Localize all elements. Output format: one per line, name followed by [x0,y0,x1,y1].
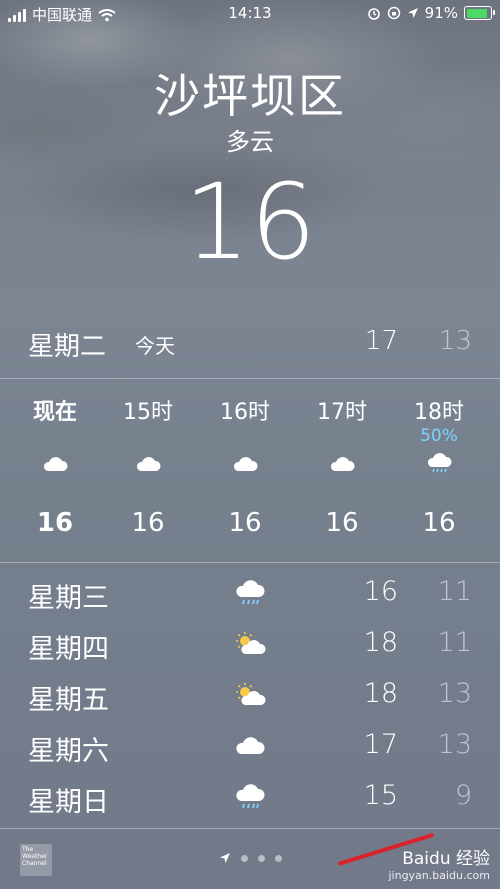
divider [0,378,500,379]
daily-row: 星期三 16 11 [0,570,500,620]
hour-precip: 50% [420,426,458,446]
alarm-icon [367,8,380,20]
rain-cloud-icon [236,784,265,809]
daily-row: 星期四 18 11 [0,621,500,671]
today-row: 星期二 今天 17 13 [0,320,500,364]
cloud-icon [233,457,258,471]
today-high: 17 [364,326,398,356]
daily-high: 18 [363,678,398,709]
hour-temp: 16 [422,508,456,538]
today-day: 星期二 [28,332,107,362]
daily-day: 星期三 [28,583,109,614]
rain-cloud-icon [427,453,452,473]
hour-temp: 16 [228,508,262,538]
current-temperature: 16 [183,161,317,283]
daily-high: 15 [363,780,398,811]
hour-time: 18时 [414,400,464,425]
baidu-watermark: Baidu 经验 jingyan.baidu.com [388,844,490,882]
daily-high: 18 [363,627,398,658]
cloud-icon [330,457,355,471]
partly-sunny-icon [236,632,266,654]
daily-row: 星期五 18 13 [0,672,500,722]
partly-sunny-icon [236,683,266,705]
divider [0,828,500,829]
hour-time: 17时 [317,400,367,425]
battery-icon [464,6,495,20]
hour-temp: 16 [36,508,74,538]
daily-day: 星期五 [28,685,109,716]
daily-low: 11 [437,627,472,658]
daily-row: 星期六 17 13 [0,723,500,773]
battery-percent: 91% [424,4,458,22]
daily-day: 星期六 [28,736,109,767]
city-name: 沙坪坝区 [154,69,346,123]
daily-high: 16 [363,576,398,607]
daily-high: 17 [363,729,398,760]
divider [0,562,500,563]
watermark-brand: Baidu 经验 [402,849,490,869]
rotation-lock-icon [387,6,400,20]
weather-condition: 多云 [226,128,274,156]
location-arrow-icon [407,8,418,18]
hour-temp: 16 [131,508,165,538]
cloud-icon [43,457,68,471]
page-dot [240,854,248,862]
page-dot [274,854,282,862]
daily-low: 11 [437,576,472,607]
cloud-icon [236,737,265,754]
hour-time: 现在 [32,400,77,425]
rain-cloud-icon [236,580,265,605]
daily-low: 13 [437,678,472,709]
hourly-forecast[interactable]: 现在 16 15时 16 16时 16 17时 16 18时 50% 16 [0,380,500,560]
hour-time: 16时 [220,400,270,425]
daily-low: 13 [437,729,472,760]
status-bar: 中国联通 14:13 91% [0,0,500,28]
today-label: 今天 [135,334,175,358]
cloud-icon [136,457,161,471]
watermark-url: jingyan.baidu.com [388,869,490,882]
daily-low: 9 [454,780,472,811]
daily-row: 星期日 15 9 [0,774,500,824]
today-low: 13 [438,326,472,356]
hour-time: 15时 [123,400,173,425]
daily-day: 星期日 [28,787,109,818]
page-dot [257,854,265,862]
daily-day: 星期四 [28,634,109,665]
hour-temp: 16 [325,508,359,538]
location-arrow-icon [219,853,230,863]
